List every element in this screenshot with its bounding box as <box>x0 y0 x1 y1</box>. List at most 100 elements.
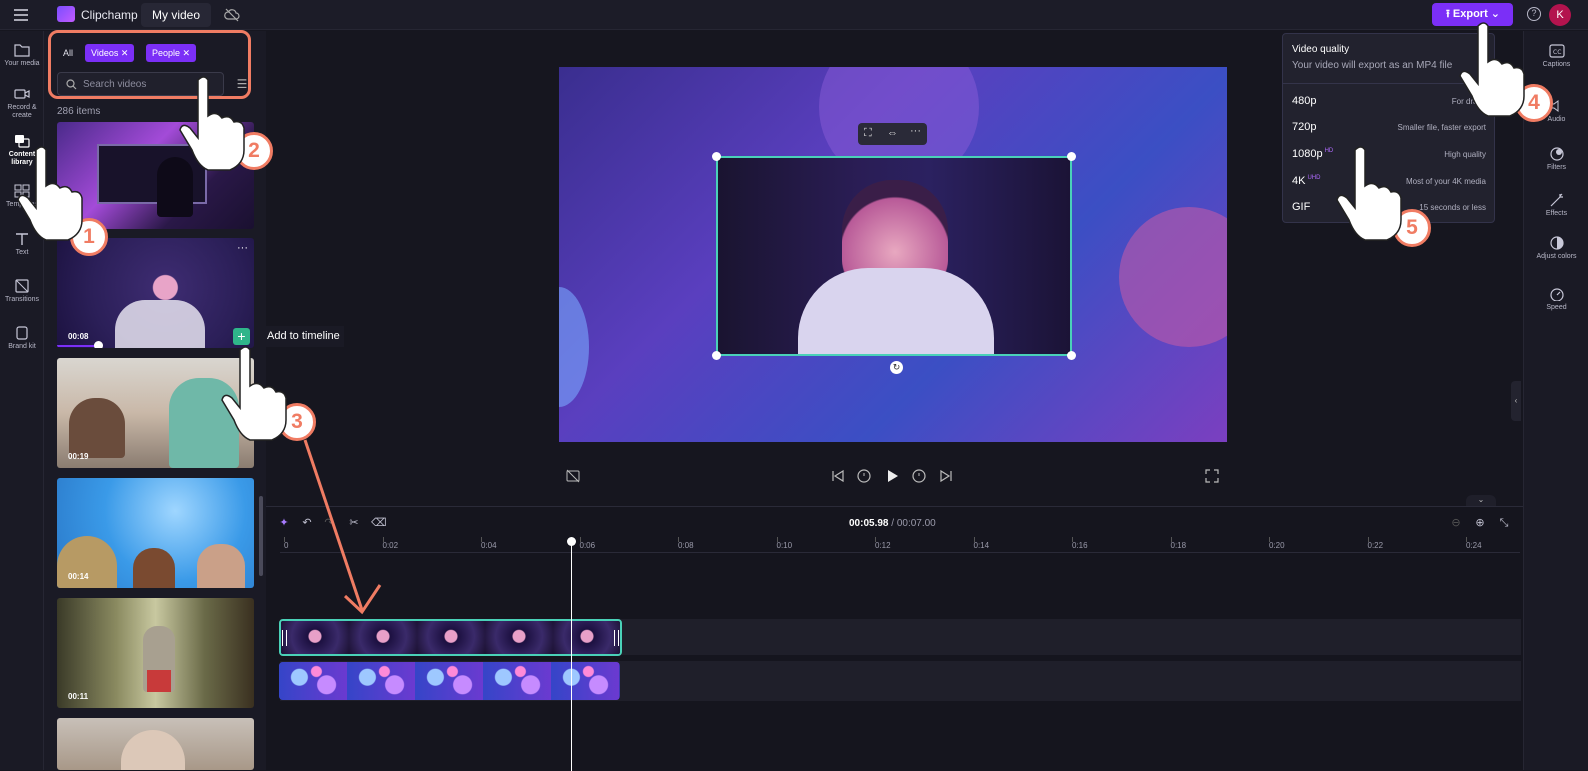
step-badge-1: 1 <box>70 218 108 256</box>
panel-effects[interactable]: Effects <box>1524 193 1588 218</box>
camera-icon <box>14 89 30 99</box>
thumbnail-person <box>169 378 239 468</box>
hide-preview-icon[interactable] <box>565 468 581 484</box>
bokeh-light <box>559 287 589 407</box>
timeline-clip-background[interactable] <box>279 662 620 700</box>
more-options-icon[interactable]: ··· <box>237 242 248 254</box>
fit-timeline-icon[interactable]: ⤡ <box>1497 516 1511 530</box>
clip-frame <box>415 662 483 700</box>
forward-5-icon[interactable] <box>911 468 927 484</box>
rail-templates[interactable]: Templates <box>0 184 44 209</box>
playhead-handle[interactable] <box>567 537 576 546</box>
resize-handle[interactable] <box>712 351 721 360</box>
selected-clip-frame[interactable] <box>716 156 1072 356</box>
rail-transitions[interactable]: Transitions <box>0 279 44 304</box>
quality-option-4k[interactable]: 4K UHD Most of your 4K media <box>1292 172 1486 192</box>
quality-name: GIF <box>1292 201 1311 213</box>
quality-desc: Most of your 4K media <box>1405 177 1486 186</box>
trim-handle-left[interactable] <box>282 630 287 646</box>
dropdown-title: Video quality <box>1292 44 1350 55</box>
trim-handle-right[interactable] <box>614 630 619 646</box>
add-to-timeline-button[interactable]: + <box>233 328 250 345</box>
panel-label: Audio <box>1547 116 1566 123</box>
resize-handle[interactable] <box>712 152 721 161</box>
fullscreen-icon[interactable] <box>1204 468 1220 484</box>
quality-desc: 15 seconds or less <box>1419 203 1486 212</box>
video-thumbnail[interactable] <box>57 718 254 770</box>
clip-frame <box>483 662 551 700</box>
resize-handle[interactable] <box>1067 351 1076 360</box>
step-badge-2: 2 <box>235 132 273 170</box>
video-thumbnail[interactable] <box>57 122 254 229</box>
rewind-5-icon[interactable] <box>856 468 872 484</box>
crop-icon[interactable]: ⛶ <box>864 127 872 140</box>
collapse-panel-icon[interactable]: ‹ <box>1511 381 1521 421</box>
skip-back-icon[interactable] <box>830 468 846 484</box>
rail-label: Your media <box>4 60 40 67</box>
quality-option-1080p[interactable]: 1080p HD High quality <box>1292 145 1486 165</box>
rail-record-create[interactable]: Record & create <box>0 87 44 120</box>
fit-icon[interactable]: ⇔ <box>887 127 898 139</box>
quality-option-gif[interactable]: GIF 15 seconds or less <box>1292 198 1486 218</box>
thumbnail-duration: 00:08 <box>68 332 89 341</box>
sparkle-icon[interactable]: ✦ <box>277 516 291 530</box>
clip-frame <box>551 662 619 700</box>
resize-handle[interactable] <box>1067 152 1076 161</box>
project-title[interactable]: My video <box>141 3 211 27</box>
preview-scrubber[interactable] <box>94 341 103 348</box>
rail-label: Transitions <box>5 296 39 303</box>
split-icon[interactable]: ✂ <box>347 516 361 530</box>
rail-content-library[interactable]: Content library <box>0 134 44 167</box>
more-options-icon[interactable]: ··· <box>910 125 921 137</box>
ruler-tick-label: 0:10 <box>776 541 793 550</box>
video-thumbnail[interactable]: 00:14 <box>57 478 254 588</box>
clipchamp-logo <box>57 6 75 22</box>
panel-adjust-colors[interactable]: Adjust colors <box>1524 236 1588 261</box>
export-button[interactable]: ⭱ Export ⌄ <box>1432 3 1513 26</box>
ruler-tick-label: 0 <box>284 541 289 550</box>
clip-frame <box>553 621 620 654</box>
quality-option-720p[interactable]: 720p Smaller file, faster export <box>1292 118 1486 138</box>
video-thumbnail[interactable]: 00:19 <box>57 358 254 468</box>
video-thumbnail[interactable]: 00:11 <box>57 598 254 708</box>
panel-captions[interactable]: CC Captions <box>1524 44 1588 69</box>
rail-brand-kit[interactable]: Brand kit <box>0 326 44 351</box>
items-count: 286 items <box>57 106 101 117</box>
hamburger-menu-icon[interactable] <box>12 6 30 24</box>
quality-option-480p[interactable]: 480p For drafts <box>1292 92 1486 112</box>
help-icon[interactable]: ? <box>1527 7 1541 21</box>
library-icon <box>15 135 30 148</box>
thumbnail-person <box>121 730 185 770</box>
playhead[interactable] <box>571 539 572 771</box>
avatar[interactable]: K <box>1549 4 1571 26</box>
panel-label: Adjust colors <box>1536 253 1577 260</box>
panel-speed[interactable]: Speed <box>1524 287 1588 312</box>
bokeh-light <box>1119 207 1227 347</box>
play-icon[interactable] <box>884 468 900 484</box>
templates-icon <box>14 184 30 198</box>
zoom-in-icon[interactable]: ⊕ <box>1473 516 1487 530</box>
export-quality-dropdown: Video quality Your video will export as … <box>1282 33 1495 223</box>
quality-desc: Smaller file, faster export <box>1397 123 1486 132</box>
clip-frame <box>347 662 415 700</box>
rail-your-media[interactable]: Your media <box>0 43 44 68</box>
timeline-ruler[interactable]: 0 0:02 0:04 0:06 0:08 0:10 0:12 0:14 0:16 0:18 0:2… <box>280 537 1520 553</box>
thumbnail-duration: 00:19 <box>68 452 89 461</box>
panel-filters[interactable]: Filters <box>1524 147 1588 172</box>
rail-text[interactable]: Text <box>0 232 44 257</box>
rotate-icon[interactable]: ↻ <box>890 361 903 374</box>
rail-label: Templates <box>6 201 38 208</box>
thumbnail-person <box>115 300 205 348</box>
quality-desc: For drafts <box>1451 97 1486 106</box>
delete-icon[interactable]: ⌫ <box>371 516 387 530</box>
redo-icon[interactable]: ↷ <box>322 516 336 530</box>
skip-forward-icon[interactable] <box>938 468 954 484</box>
thumbnail-person <box>157 157 193 217</box>
undo-icon[interactable]: ↶ <box>300 516 314 530</box>
thumbnail-person <box>133 548 175 588</box>
effects-icon <box>1550 193 1563 207</box>
ruler-tick-label: 0:16 <box>1072 541 1088 550</box>
step-badge-4: 4 <box>1515 84 1553 122</box>
panel-scrollbar[interactable] <box>259 496 263 576</box>
zoom-out-icon[interactable]: ⊖ <box>1449 516 1463 530</box>
